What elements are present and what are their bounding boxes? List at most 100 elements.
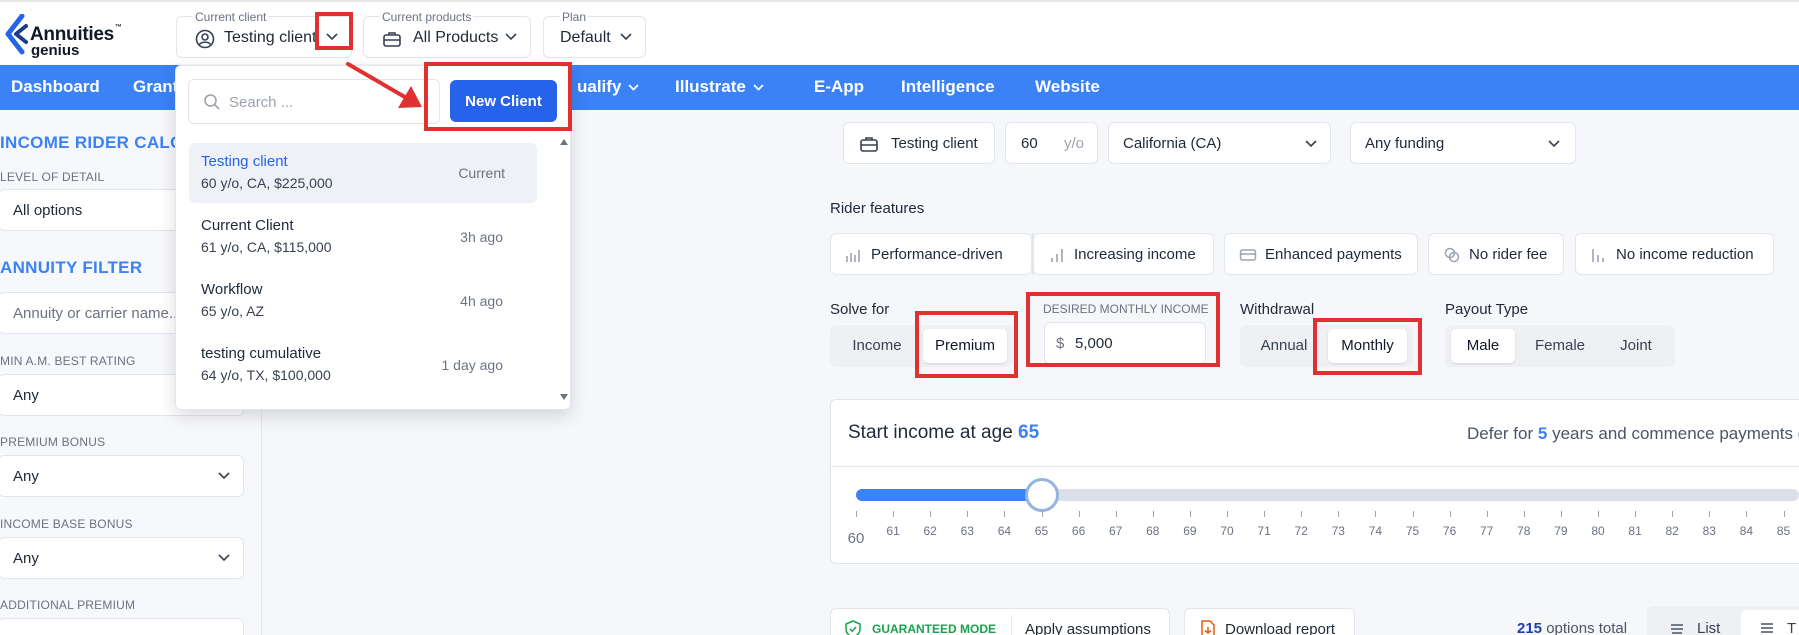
client-name: testing cumulative <box>201 345 322 362</box>
premium-bonus-select[interactable]: Any <box>0 455 244 497</box>
age-input[interactable]: 60 y/o <box>1005 122 1098 164</box>
additional-premium-select[interactable] <box>0 618 244 635</box>
feature-label: Performance-driven <box>871 246 1003 263</box>
slider-tick <box>1227 511 1228 517</box>
slider-tick-label: 75 <box>1405 524 1420 538</box>
client-name: Current Client <box>201 217 294 234</box>
feature-label: Enhanced payments <box>1265 246 1402 263</box>
payout-joint[interactable]: Joint <box>1603 329 1669 363</box>
logo-sub: genius <box>31 42 80 59</box>
slider-tick-label: 78 <box>1517 524 1531 538</box>
client-list-item[interactable]: Testing client 60 y/o, CA, $225,000 Curr… <box>189 143 537 203</box>
new-client-button[interactable]: New Client <box>450 80 557 122</box>
slider-tick <box>1338 511 1340 517</box>
slider-tick-label: 72 <box>1294 524 1308 538</box>
scroll-up-arrow-icon[interactable] <box>559 138 569 146</box>
withdrawal-toggle: Annual Monthly <box>1240 325 1413 367</box>
payout-female[interactable]: Female <box>1520 329 1600 363</box>
scroll-down-arrow-icon[interactable] <box>559 393 569 401</box>
solve-for-premium[interactable]: Premium <box>923 329 1007 363</box>
client-list-item[interactable]: Workflow 65 y/o, AZ 4h ago <box>189 271 537 331</box>
slider-tick <box>1486 511 1488 517</box>
slider-tick-label: 71 <box>1257 524 1271 538</box>
mode-bar: GUARANTEED MODE Apply assumptions <box>830 608 1170 635</box>
client-list-item[interactable]: testing cumulative 64 y/o, TX, $100,000 … <box>189 335 537 395</box>
client-pill[interactable]: Testing client <box>843 122 995 164</box>
nav-qualify[interactable]: ualify <box>577 77 640 97</box>
slider-tick <box>1449 511 1451 517</box>
chevron-down-icon <box>628 84 640 91</box>
income-base-bonus-select[interactable]: Any <box>0 537 244 579</box>
slider-tick <box>1152 511 1154 517</box>
search-icon <box>204 94 220 110</box>
download-report-button[interactable]: Download report <box>1184 608 1355 635</box>
slider-tick-label: 84 <box>1739 524 1754 538</box>
plan-value: Default <box>560 29 611 46</box>
download-report-label: Download report <box>1225 621 1336 635</box>
feature-performance-driven[interactable]: Performance-driven <box>830 233 1032 275</box>
current-products-label: Current products <box>380 10 474 24</box>
slider-tick-label: 65 <box>1034 524 1049 538</box>
funding-select[interactable]: Any funding <box>1350 122 1576 164</box>
current-products-select[interactable]: Current products All Products <box>363 10 531 58</box>
withdrawal-monthly[interactable]: Monthly <box>1328 329 1407 363</box>
apply-assumptions-button[interactable]: Apply assumptions <box>1025 621 1151 635</box>
feature-enhanced-payments[interactable]: Enhanced payments <box>1224 233 1418 275</box>
feature-increasing-income[interactable]: Increasing income <box>1033 233 1214 275</box>
feature-no-rider-fee[interactable]: No rider fee <box>1428 233 1564 275</box>
withdrawal-annual[interactable]: Annual <box>1246 329 1322 363</box>
solve-for-label: Solve for <box>830 301 890 318</box>
table-icon <box>1761 623 1773 633</box>
layers-icon <box>1671 624 1683 634</box>
age-slider-thumb[interactable] <box>1024 478 1059 512</box>
slider-tick-label: 77 <box>1480 524 1494 538</box>
slider-tick-label: 70 <box>1220 524 1234 538</box>
premium-bonus-label: PREMIUM BONUS <box>0 435 106 449</box>
annuities-genius-logo[interactable]: Annuities™ genius <box>4 14 140 59</box>
nav-illustrate[interactable]: Illustrate <box>675 77 765 97</box>
plan-select[interactable]: Plan Default <box>543 10 646 58</box>
nav-grant[interactable]: Grant <box>133 77 178 97</box>
slider-tick <box>967 511 969 517</box>
client-name: Workflow <box>201 281 263 298</box>
client-details: 60 y/o, CA, $225,000 <box>201 175 333 191</box>
age-value: 60 <box>1021 135 1038 152</box>
desired-income-input[interactable]: $ 5,000 <box>1044 322 1206 364</box>
payout-male[interactable]: Male <box>1451 329 1515 363</box>
bar-chart-icon <box>846 250 860 262</box>
steady-bars-icon <box>1592 249 1604 262</box>
payout-type-toggle: Male Female Joint <box>1445 325 1675 367</box>
briefcase-icon <box>383 32 401 47</box>
age-suffix: y/o <box>1064 135 1085 152</box>
chevron-down-icon <box>1548 140 1560 148</box>
view-table-button[interactable]: T <box>1787 620 1796 635</box>
chevron-down-icon[interactable] <box>325 32 339 42</box>
slider-tick-label: 73 <box>1331 524 1345 538</box>
chevron-down-icon <box>218 472 230 480</box>
slider-tick-label: 80 <box>1591 524 1605 538</box>
client-time: 3h ago <box>460 229 503 245</box>
plan-label: Plan <box>560 10 589 24</box>
client-time: 4h ago <box>460 293 503 309</box>
chevron-down-icon <box>620 33 632 41</box>
nav-website[interactable]: Website <box>1035 77 1100 97</box>
additional-premium-label: ADDITIONAL PREMIUM <box>0 598 136 612</box>
nav-intelligence[interactable]: Intelligence <box>901 77 995 97</box>
feature-no-income-reduction[interactable]: No income reduction <box>1575 233 1774 275</box>
client-list-item[interactable]: Current Client 61 y/o, CA, $115,000 3h a… <box>189 207 537 267</box>
client-details: 64 y/o, TX, $100,000 <box>201 367 331 383</box>
desired-income-group: DESIRED MONTHLY INCOME $ 5,000 <box>1033 298 1214 370</box>
current-products-value: All Products <box>413 29 499 46</box>
current-client-label: Current client <box>193 10 269 24</box>
state-select[interactable]: California (CA) <box>1108 122 1331 164</box>
logo-mark-icon <box>5 14 28 55</box>
current-client-select[interactable]: Current client Testing client <box>176 10 352 58</box>
current-client-value: Testing client <box>224 29 317 46</box>
nav-e-app[interactable]: E-App <box>814 77 864 97</box>
guaranteed-mode-label[interactable]: GUARANTEED MODE <box>872 622 996 635</box>
income-base-bonus-label: INCOME BASE BONUS <box>0 517 133 531</box>
nav-dashboard[interactable]: Dashboard <box>11 77 100 97</box>
feature-label: No income reduction <box>1616 246 1754 263</box>
solve-for-income[interactable]: Income <box>836 329 918 363</box>
view-list-button[interactable]: List <box>1697 620 1720 635</box>
